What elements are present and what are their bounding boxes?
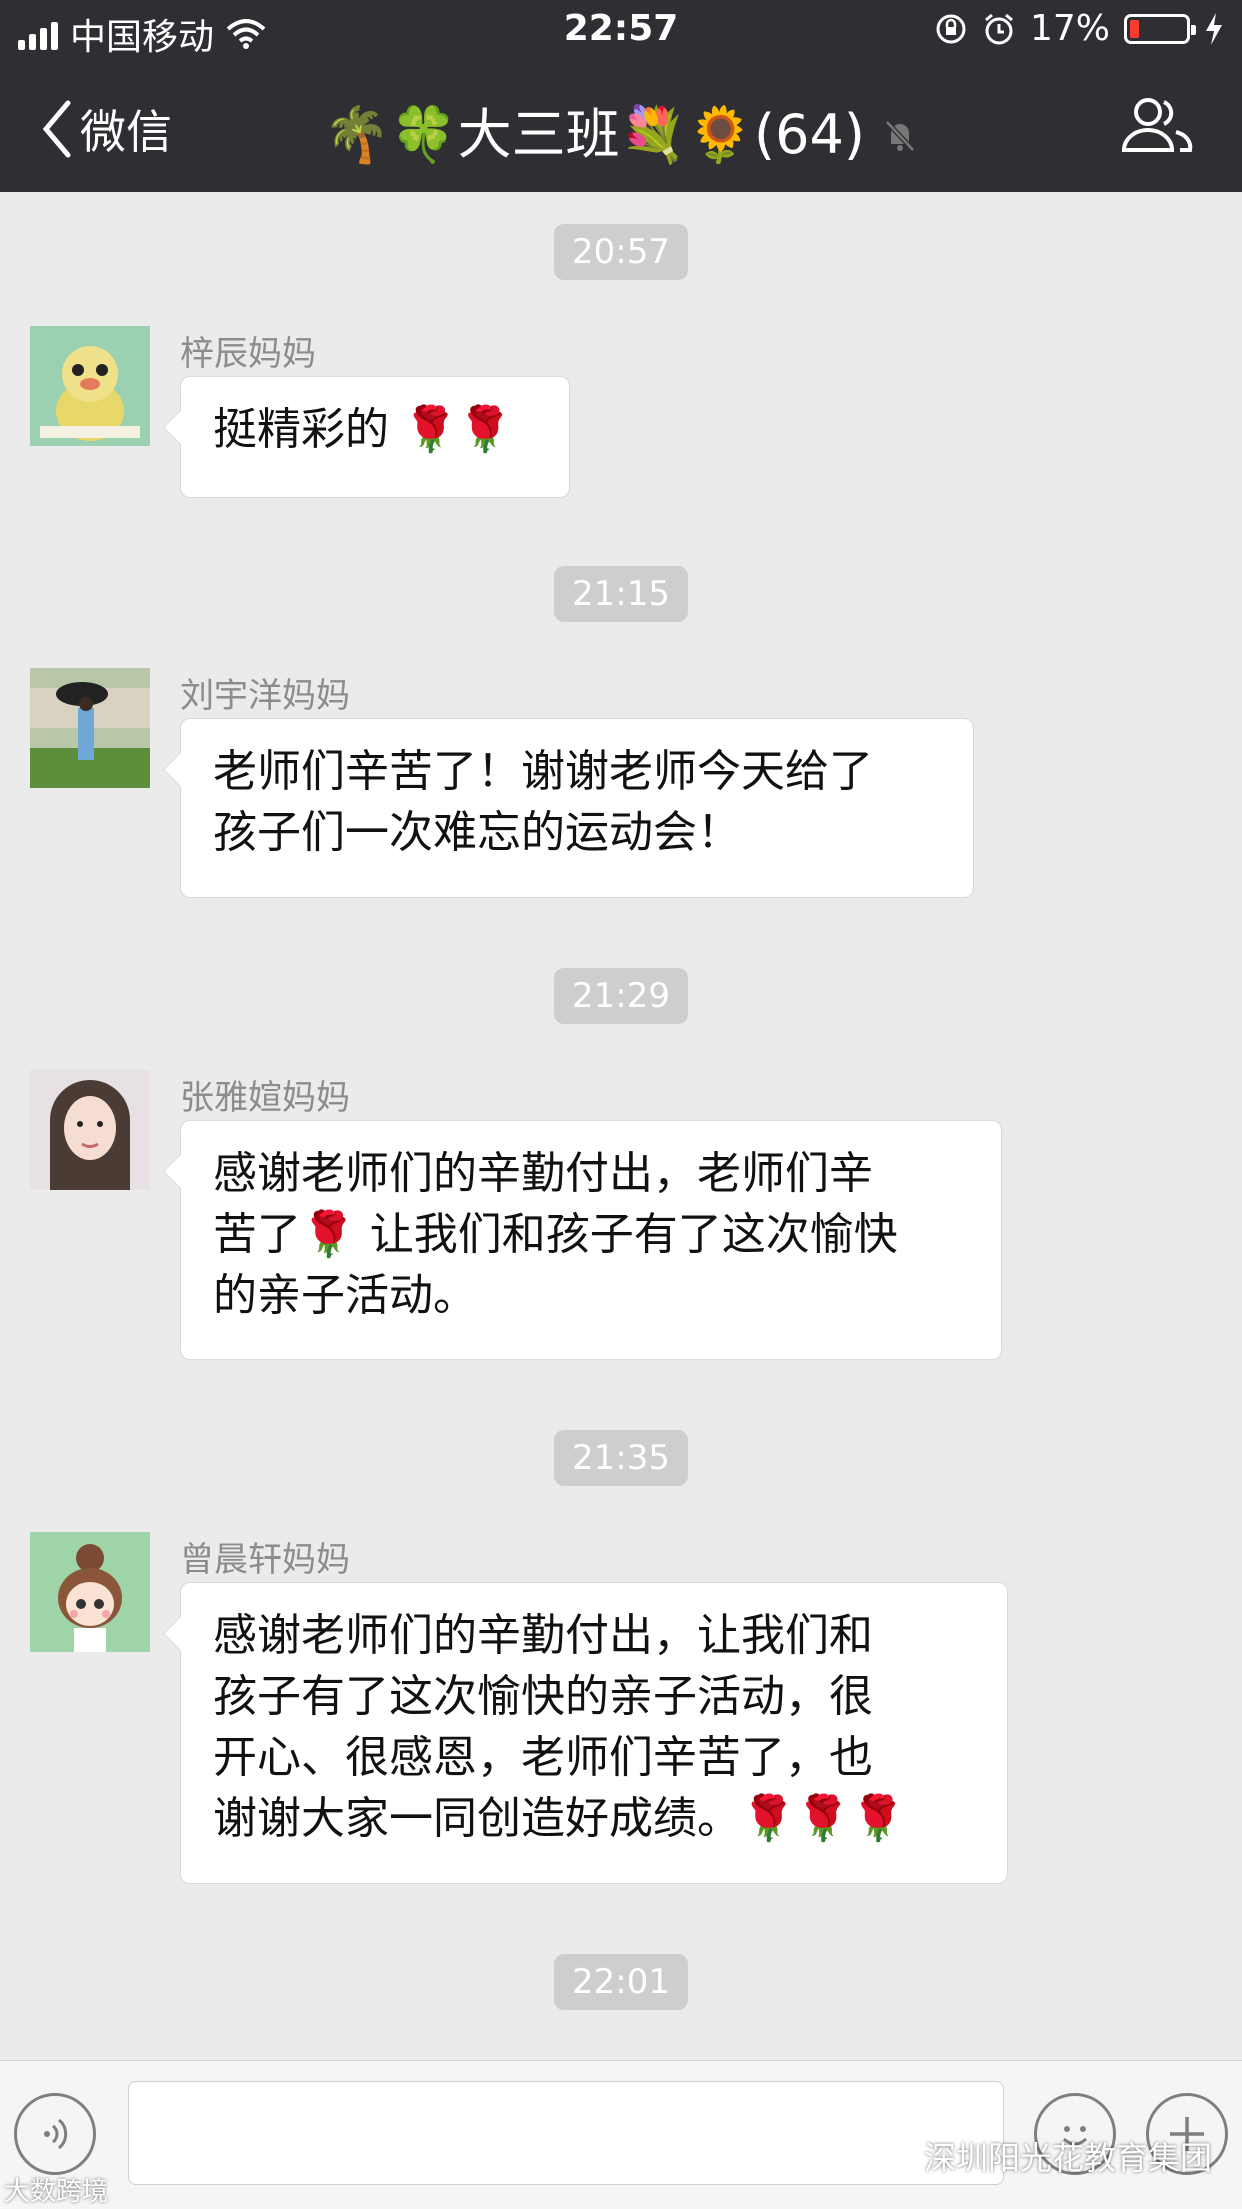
message-input[interactable]	[128, 2081, 1004, 2185]
bell-slash-icon	[885, 119, 915, 152]
timestamp-label: 22:01	[554, 1954, 688, 2010]
chat-title: 🌴🍀大三班💐🌻(64)	[0, 90, 1242, 169]
message-line: 苦了🌹 让我们和孩子有了这次愉快	[213, 1209, 898, 1260]
timestamp-label: 21:35	[554, 1430, 688, 1486]
watermark-text: 深圳阳光花教育集团	[923, 2139, 1212, 2177]
message-line: 孩子们一次难忘的运动会！	[213, 807, 741, 858]
watermark: 深圳阳光花教育集团	[924, 2133, 1212, 2179]
message-bubble[interactable]: 挺精彩的 🌹🌹	[180, 376, 570, 498]
avatar[interactable]	[30, 668, 150, 788]
timestamp-label: 21:29	[554, 968, 688, 1024]
message-line: 孩子有了这次愉快的亲子活动，很	[213, 1671, 873, 1722]
message-line: 感谢老师们的辛勤付出，老师们辛	[213, 1148, 873, 1199]
charging-icon	[1206, 12, 1222, 45]
sender-name: 曾晨轩妈妈	[180, 1540, 350, 1580]
watermark-left: 大数跨境	[4, 2177, 109, 2207]
timestamp: 20:57	[0, 224, 1242, 280]
message-bubble[interactable]: 感谢老师们的辛勤付出，让我们和 孩子有了这次愉快的亲子活动，很 开心、很感恩，老…	[180, 1582, 1008, 1884]
message: 刘宇洋妈妈 老师们辛苦了！谢谢老师今天给了 孩子们一次难忘的运动会！	[30, 668, 1212, 898]
message: 梓辰妈妈 挺精彩的 🌹🌹	[30, 326, 1212, 498]
chat-area[interactable]: 20:57 梓辰妈妈 挺精彩的 🌹🌹 21:15 刘宇洋妈妈 老师们辛苦了！谢谢…	[0, 192, 1242, 2060]
alarm-icon	[985, 13, 1013, 44]
timestamp-label: 20:57	[554, 224, 688, 280]
message-line: 谢谢大家一同创造好成绩。🌹🌹🌹	[213, 1793, 906, 1844]
message-bubble[interactable]: 感谢老师们的辛勤付出，老师们辛 苦了🌹 让我们和孩子有了这次愉快 的亲子活动。	[180, 1120, 1002, 1360]
message-line: 的亲子活动。	[213, 1270, 477, 1321]
sender-name: 梓辰妈妈	[180, 334, 316, 374]
timestamp: 21:29	[0, 968, 1242, 1024]
message-bubble[interactable]: 老师们辛苦了！谢谢老师今天给了 孩子们一次难忘的运动会！	[180, 718, 974, 898]
message-line: 挺精彩的 🌹🌹	[213, 404, 513, 455]
message: 张雅媗妈妈 感谢老师们的辛勤付出，老师们辛 苦了🌹 让我们和孩子有了这次愉快 的…	[30, 1070, 1212, 1360]
avatar[interactable]	[30, 326, 150, 446]
timestamp-label: 21:15	[554, 566, 688, 622]
battery-level	[1130, 19, 1139, 38]
avatar[interactable]	[30, 1532, 150, 1652]
avatar[interactable]	[30, 1070, 150, 1190]
battery-percent: 17%	[1029, 8, 1110, 49]
sender-name: 张雅媗妈妈	[180, 1078, 350, 1118]
message-line: 开心、很感恩，老师们辛苦了，也	[213, 1732, 873, 1783]
timestamp: 22:01	[0, 1954, 1242, 2010]
sender-name: 刘宇洋妈妈	[180, 676, 350, 716]
timestamp: 21:35	[0, 1430, 1242, 1486]
voice-icon	[44, 2118, 68, 2150]
group-icon[interactable]	[1118, 96, 1194, 154]
orientation-lock-icon	[936, 14, 966, 43]
input-bar: 深圳阳光花教育集团 大数跨境	[0, 2060, 1242, 2209]
chat-title-text: 🌴🍀大三班💐🌻(64)	[323, 103, 865, 166]
message: 曾晨轩妈妈 感谢老师们的辛勤付出，让我们和 孩子有了这次愉快的亲子活动，很 开心…	[30, 1532, 1212, 1884]
nav-bar: 微信 🌴🍀大三班💐🌻(64)	[0, 62, 1242, 192]
message-line: 老师们辛苦了！谢谢老师今天给了	[213, 746, 873, 797]
battery-icon	[1124, 13, 1196, 44]
voice-button[interactable]	[14, 2093, 96, 2175]
status-bar: 中国移动 22:57 17%	[0, 0, 1242, 62]
status-right: 17%	[934, 8, 1224, 49]
message-line: 感谢老师们的辛勤付出，让我们和	[213, 1610, 873, 1661]
timestamp: 21:15	[0, 566, 1242, 622]
